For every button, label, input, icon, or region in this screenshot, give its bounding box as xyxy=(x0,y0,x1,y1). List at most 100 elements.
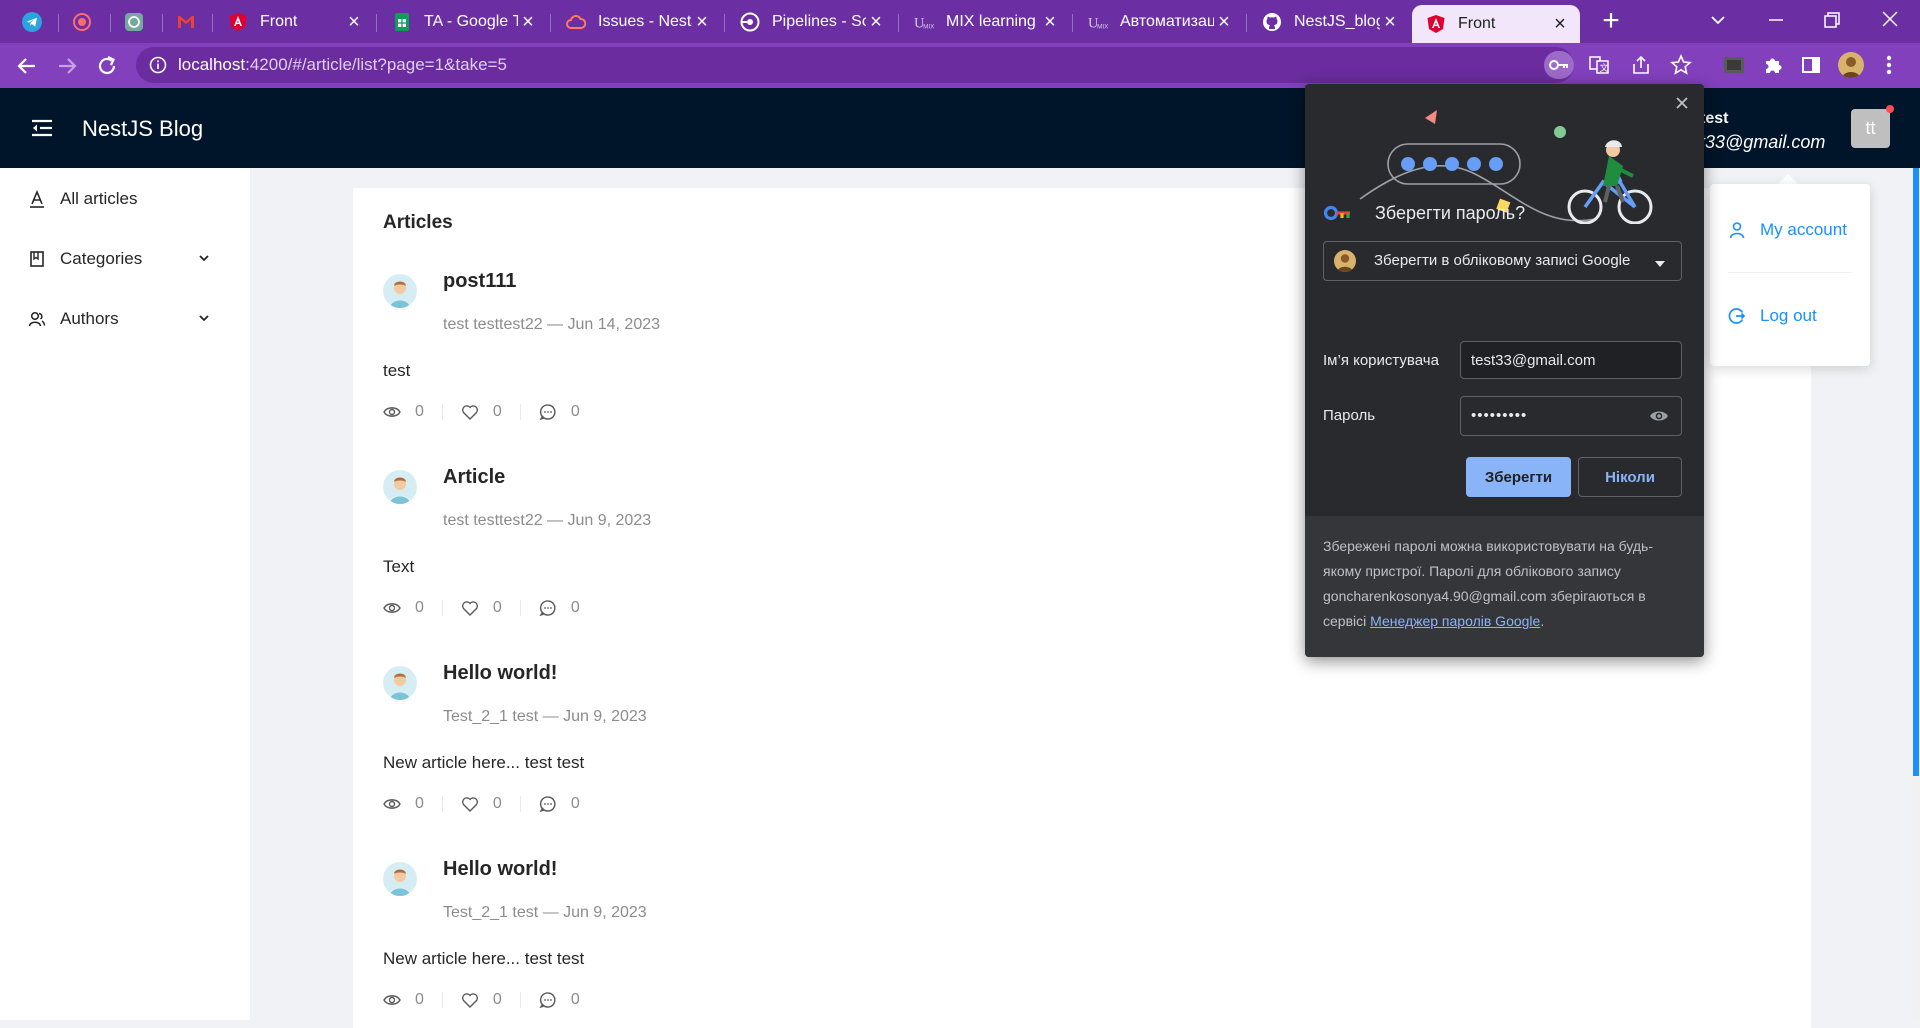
likes-stat[interactable]: 0 xyxy=(461,599,502,617)
article-title[interactable]: Hello world! xyxy=(443,662,557,685)
svg-text:MIX: MIX xyxy=(923,23,934,30)
password-key-icon[interactable] xyxy=(1544,51,1574,79)
likes-stat[interactable]: 0 xyxy=(461,991,502,1009)
user-avatar-button[interactable]: tt xyxy=(1851,109,1890,148)
article-meta: Test_2_1 test — Jun 9, 2023 xyxy=(443,904,647,921)
close-tab-icon[interactable]: × xyxy=(692,11,712,34)
close-tab-icon[interactable]: × xyxy=(518,11,538,34)
tab-search-icon[interactable] xyxy=(1706,10,1730,35)
menu-item-my-account[interactable]: My account xyxy=(1728,220,1847,240)
reload-icon[interactable] xyxy=(94,53,120,84)
show-password-icon[interactable] xyxy=(1649,407,1669,430)
close-window-icon[interactable] xyxy=(1878,7,1902,36)
tab-github[interactable]: NestJS_blog/ap × xyxy=(1248,6,1410,38)
comments-stat[interactable]: 0 xyxy=(539,599,580,617)
article-excerpt: New article here... test test xyxy=(383,753,585,772)
comments-stat[interactable]: 0 xyxy=(539,403,580,421)
dialog-footer: Збережені паролі можна використовувати н… xyxy=(1305,516,1704,657)
tab-front-1[interactable]: Front × xyxy=(214,6,374,38)
new-tab-button[interactable]: + xyxy=(1596,4,1626,38)
comments-stat[interactable]: 0 xyxy=(539,795,580,813)
article-title[interactable]: Hello world! xyxy=(443,858,557,881)
menu-fold-icon[interactable] xyxy=(30,118,54,143)
menu-item-log-out[interactable]: Log out xyxy=(1728,306,1817,326)
user-dropdown-menu: My account Log out xyxy=(1710,184,1870,366)
forward-icon[interactable] xyxy=(54,53,80,84)
account-select[interactable]: Зберегти в обліковому записі Google xyxy=(1323,241,1682,281)
side-panel-icon[interactable] xyxy=(1800,54,1822,81)
article-stats: 0 0 0 xyxy=(383,598,580,618)
article-stats: 0 0 0 xyxy=(383,794,580,814)
article-title[interactable]: Article xyxy=(443,466,505,489)
likes-stat[interactable]: 0 xyxy=(461,795,502,813)
font-icon xyxy=(30,190,44,208)
tab-google-sheets[interactable]: TA - Google Т × xyxy=(378,6,548,38)
gmail-icon xyxy=(176,12,196,32)
tab-gmail[interactable] xyxy=(166,6,210,38)
close-tab-icon[interactable]: × xyxy=(1214,11,1234,34)
notification-badge xyxy=(1886,105,1894,113)
eye-icon xyxy=(383,407,401,417)
close-tab-icon[interactable]: × xyxy=(1550,13,1570,36)
restore-icon[interactable] xyxy=(1820,8,1844,37)
username-field[interactable] xyxy=(1460,341,1682,379)
tab-record[interactable] xyxy=(62,6,106,38)
tab-telegram[interactable] xyxy=(12,6,56,38)
username-label: Ім’я користувача xyxy=(1323,352,1439,369)
chevron-down-icon xyxy=(199,255,209,262)
sidebar-item-all-articles[interactable]: All articles xyxy=(28,184,228,214)
comments-stat[interactable]: 0 xyxy=(539,991,580,1009)
page-title: Articles xyxy=(383,212,453,233)
translate-icon[interactable]: 文 xyxy=(1588,54,1610,81)
article-stats: 0 0 0 xyxy=(383,990,580,1010)
heart-icon xyxy=(461,601,478,616)
eye-icon xyxy=(383,995,401,1005)
views-stat: 0 xyxy=(383,795,424,813)
close-tab-icon[interactable]: × xyxy=(866,11,886,34)
user-name: test xyxy=(1700,110,1729,127)
password-manager-link[interactable]: Менеджер паролів Google xyxy=(1370,613,1540,629)
site-info-icon[interactable] xyxy=(148,55,168,80)
user-icon xyxy=(1729,222,1745,239)
bookmark-star-icon[interactable] xyxy=(1670,53,1692,81)
profile-avatar[interactable] xyxy=(1838,52,1864,78)
pipelines-icon xyxy=(740,12,760,32)
team-icon xyxy=(28,311,46,327)
comment-icon xyxy=(539,992,556,1009)
share-icon[interactable] xyxy=(1630,54,1652,81)
back-icon[interactable] xyxy=(14,53,40,84)
heart-icon xyxy=(461,993,478,1008)
author-avatar xyxy=(383,666,417,700)
minimize-icon[interactable] xyxy=(1764,8,1788,37)
article-excerpt: Text xyxy=(383,557,415,576)
article-stats: 0 0 0 xyxy=(383,402,580,422)
sidebar-item-authors[interactable]: Authors xyxy=(28,304,228,334)
tab-issues[interactable]: Issues - NestJ × xyxy=(552,6,722,38)
article-title[interactable]: post111 xyxy=(443,270,516,293)
chevron-down-icon xyxy=(199,315,209,322)
never-button[interactable]: Ніколи xyxy=(1578,457,1682,497)
tab-pipelines[interactable]: Pipelines - So × xyxy=(726,6,896,38)
angular-icon xyxy=(228,12,248,32)
close-tab-icon[interactable]: × xyxy=(1380,11,1400,34)
close-tab-icon[interactable]: × xyxy=(1040,11,1060,34)
sidebar-item-categories[interactable]: Categories xyxy=(28,244,228,274)
extensions-puzzle-icon[interactable] xyxy=(1762,54,1784,81)
tab-chatgpt[interactable] xyxy=(114,6,158,38)
address-bar[interactable]: localhost:4200/#/article/list?page=1&tak… xyxy=(136,47,1574,83)
url-text[interactable]: localhost:4200/#/article/list?page=1&tak… xyxy=(178,55,507,75)
github-icon xyxy=(1262,12,1282,32)
close-icon[interactable] xyxy=(1673,94,1691,117)
views-stat: 0 xyxy=(383,599,424,617)
tab-mix-learning[interactable]: U MIX MIX learning × xyxy=(900,6,1070,38)
scrollbar-thumb[interactable] xyxy=(1913,168,1919,776)
likes-stat[interactable]: 0 xyxy=(461,403,502,421)
save-password-button[interactable]: Зберегти xyxy=(1466,457,1571,497)
extension-ublock-icon[interactable] xyxy=(1722,54,1746,81)
tab-automation[interactable]: U MIX Автоматизаці × xyxy=(1074,6,1244,38)
chrome-menu-icon[interactable] xyxy=(1884,52,1894,83)
close-tab-icon[interactable]: × xyxy=(344,11,364,34)
tab-front-active[interactable]: Front × xyxy=(1412,5,1580,43)
chatgpt-icon xyxy=(124,12,144,32)
password-field[interactable]: ••••••••• xyxy=(1460,396,1682,436)
